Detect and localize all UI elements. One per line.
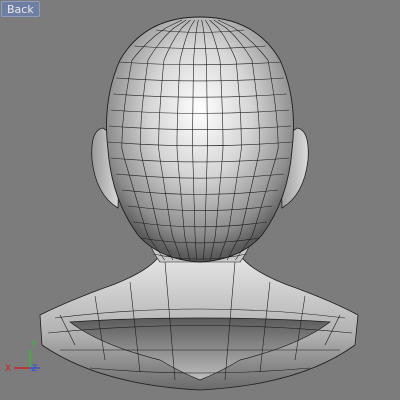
- z-axis-label: Z: [31, 364, 37, 374]
- x-axis-label: X: [5, 364, 11, 374]
- axis-gizmo: Y X Z: [5, 340, 40, 374]
- y-axis-label: Y: [30, 340, 37, 350]
- viewport-3d[interactable]: Y X Z Back: [0, 0, 400, 400]
- view-label-back[interactable]: Back: [1, 1, 40, 17]
